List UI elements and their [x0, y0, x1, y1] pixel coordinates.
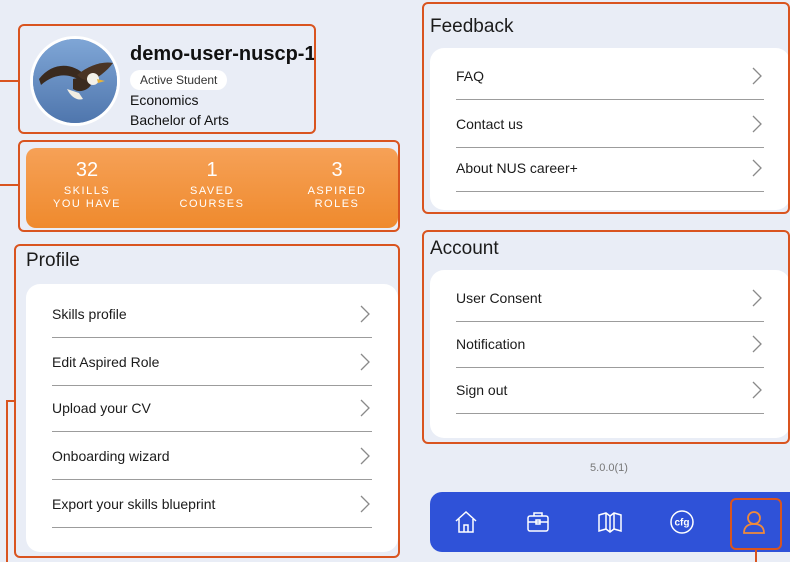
- app-version: 5.0.0(1): [590, 462, 628, 474]
- menu-user-consent[interactable]: User Consent: [456, 274, 764, 322]
- stat-courses-label-1: SAVED: [190, 185, 234, 197]
- profile-title: Profile: [26, 250, 80, 271]
- leader-line: [6, 400, 16, 402]
- menu-edit-aspired-role[interactable]: Edit Aspired Role: [52, 338, 372, 386]
- profile-panel: Skills profile Edit Aspired Role Upload …: [26, 284, 398, 552]
- menu-onboarding-wizard[interactable]: Onboarding wizard: [52, 432, 372, 480]
- menu-upload-cv[interactable]: Upload your CV: [52, 384, 372, 432]
- menu-label: Upload your CV: [52, 399, 151, 416]
- stats-banner: 32 SKILLS YOU HAVE 1 SAVED COURSES 3 ASP…: [26, 148, 398, 228]
- feedback-panel: FAQ Contact us About NUS career+: [430, 48, 790, 210]
- chevron-right-icon: [358, 495, 372, 512]
- status-badge: Active Student: [130, 70, 228, 90]
- user-card: demo-user-nuscp-1 Active Student Economi…: [18, 24, 316, 134]
- chevron-right-icon: [358, 305, 372, 322]
- user-major: Economics: [130, 92, 199, 108]
- menu-contact-us[interactable]: Contact us: [456, 100, 764, 148]
- stat-roles-label-2: ROLES: [314, 198, 360, 210]
- chevron-right-icon: [750, 289, 764, 306]
- menu-label: User Consent: [456, 289, 542, 306]
- menu-label: Export your skills blueprint: [52, 495, 216, 512]
- chevron-right-icon: [358, 353, 372, 370]
- cfg-icon[interactable]: cfg: [668, 508, 696, 536]
- stat-courses[interactable]: 1 SAVED COURSES: [157, 158, 267, 211]
- bottom-nav: cfg: [430, 492, 790, 552]
- menu-faq[interactable]: FAQ: [456, 52, 764, 100]
- cfg-icon-text: cfg: [675, 518, 690, 529]
- leader-line: [0, 184, 18, 186]
- chevron-right-icon: [750, 159, 764, 176]
- menu-label: Notification: [456, 335, 526, 352]
- avatar: [30, 36, 120, 126]
- chevron-right-icon: [358, 447, 372, 464]
- account-panel: User Consent Notification Sign out: [430, 270, 790, 438]
- leader-line: [755, 550, 757, 562]
- menu-notification[interactable]: Notification: [456, 320, 764, 368]
- menu-label: About NUS career+: [456, 159, 578, 176]
- leader-line: [0, 80, 18, 82]
- stat-courses-value: 1: [206, 159, 218, 181]
- menu-label: Contact us: [456, 115, 523, 132]
- account-title: Account: [430, 238, 499, 259]
- menu-about[interactable]: About NUS career+: [456, 144, 764, 192]
- stat-skills-label-1: SKILLS: [63, 185, 111, 197]
- menu-label: Edit Aspired Role: [52, 353, 160, 370]
- chevron-right-icon: [750, 115, 764, 132]
- menu-label: Sign out: [456, 381, 508, 398]
- briefcase-icon[interactable]: [524, 508, 552, 536]
- feedback-title: Feedback: [430, 16, 514, 37]
- chevron-right-icon: [750, 381, 764, 398]
- home-icon[interactable]: [452, 508, 480, 536]
- menu-label: Onboarding wizard: [52, 447, 170, 464]
- menu-skills-profile[interactable]: Skills profile: [52, 290, 372, 338]
- menu-export-skills-blueprint[interactable]: Export your skills blueprint: [52, 480, 372, 528]
- user-icon[interactable]: [740, 508, 768, 536]
- menu-label: FAQ: [456, 67, 485, 84]
- stat-roles-value: 3: [331, 159, 343, 181]
- stat-skills-value: 32: [75, 159, 99, 181]
- stat-skills-label-2: YOU HAVE: [52, 198, 122, 210]
- chevron-right-icon: [358, 399, 372, 416]
- chevron-right-icon: [750, 67, 764, 84]
- user-degree: Bachelor of Arts: [130, 112, 229, 128]
- book-icon[interactable]: [596, 508, 624, 536]
- stat-roles[interactable]: 3 ASPIRED ROLES: [282, 158, 392, 211]
- stat-skills[interactable]: 32 SKILLS YOU HAVE: [32, 158, 142, 211]
- username: demo-user-nuscp-1: [130, 43, 316, 65]
- stat-roles-label-1: ASPIRED: [307, 185, 367, 197]
- chevron-right-icon: [750, 335, 764, 352]
- menu-sign-out[interactable]: Sign out: [456, 366, 764, 414]
- menu-label: Skills profile: [52, 305, 127, 322]
- leader-line: [6, 400, 8, 562]
- stat-courses-label-2: COURSES: [179, 198, 245, 210]
